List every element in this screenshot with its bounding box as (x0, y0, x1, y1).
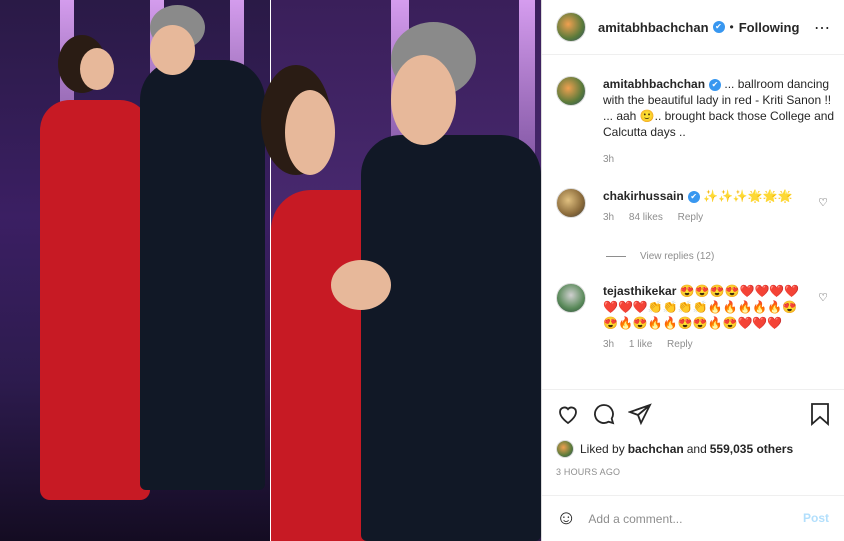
man-suit (361, 135, 541, 541)
verified-badge-icon: ✔ (709, 78, 722, 91)
woman-face (285, 90, 335, 175)
man-face (150, 25, 195, 75)
photo-left-panel (0, 0, 270, 541)
avatar[interactable] (556, 12, 586, 42)
caption-meta: 3h (603, 154, 836, 165)
comment-text-block: chakirhussain ✔ ✨✨✨🌟🌟🌟 (603, 188, 836, 204)
caption-time[interactable]: 3h (603, 154, 614, 165)
likes-count[interactable]: 559,035 others (710, 442, 793, 456)
header-username[interactable]: amitabhbachchan (598, 20, 709, 35)
emoji-icon[interactable]: ☺ (556, 507, 576, 530)
caption-username[interactable]: amitabhbachchan (603, 77, 705, 91)
comment-time[interactable]: 3h (603, 339, 614, 350)
comments-list[interactable]: amitabhbachchan ✔ ... ballroom dancing wi… (542, 56, 844, 388)
separator-dot: • (729, 20, 734, 34)
caption-text-block: amitabhbachchan ✔ ... ballroom dancing wi… (603, 76, 836, 140)
comment-meta: 3h 84 likes Reply (603, 212, 836, 223)
woman-face (80, 48, 114, 90)
likes-middle: and (686, 442, 707, 456)
man-face (391, 55, 456, 145)
avatar (556, 440, 574, 458)
post-button[interactable]: Post (803, 511, 829, 525)
caption: amitabhbachchan ✔ ... ballroom dancing wi… (556, 76, 836, 165)
list-item: chakirhussain ✔ ✨✨✨🌟🌟🌟 3h 84 likes Reply … (556, 188, 836, 223)
add-comment-bar: ☺ Post (542, 495, 844, 541)
comment-input[interactable] (588, 511, 789, 526)
avatar[interactable] (556, 76, 586, 106)
post-image[interactable] (0, 0, 541, 541)
paper-plane-icon[interactable] (627, 402, 652, 432)
verified-badge-icon: ✔ (687, 190, 700, 203)
list-item: tejasthikekar 😍😍😍😍❤️❤️❤️❤️❤️❤️❤️👏👏👏👏🔥🔥🔥🔥… (556, 283, 836, 350)
replies-line (606, 255, 626, 257)
reply-button[interactable]: Reply (678, 212, 704, 223)
comment-time[interactable]: 3h (603, 212, 614, 223)
view-replies-label: View replies (12) (640, 251, 715, 262)
action-bar (542, 389, 844, 437)
following-button[interactable]: Following (739, 20, 800, 35)
bookmark-icon[interactable] (809, 402, 831, 432)
comment-text: ✨✨✨🌟🌟🌟 (703, 189, 793, 203)
comment-username[interactable]: tejasthikekar (603, 284, 676, 298)
verified-badge-icon: ✔ (712, 21, 725, 33)
more-options-icon[interactable]: ⋯ (814, 18, 831, 38)
post-header: amitabhbachchan ✔ • Following ⋯ (542, 0, 844, 55)
avatar[interactable] (556, 188, 586, 218)
comment-username[interactable]: chakirhussain (603, 189, 684, 203)
heart-outline-icon[interactable] (556, 402, 580, 432)
comment-like-heart-icon[interactable]: ♡ (818, 196, 828, 209)
reply-button[interactable]: Reply (667, 339, 693, 350)
comment-bubble-icon[interactable] (592, 402, 616, 432)
view-replies-button[interactable]: View replies (12) (606, 251, 714, 262)
likes-user[interactable]: bachchan (628, 442, 684, 456)
comment-text-block: tejasthikekar 😍😍😍😍❤️❤️❤️❤️❤️❤️❤️👏👏👏👏🔥🔥🔥🔥… (603, 283, 836, 331)
likes-prefix: Liked by (580, 442, 625, 456)
clasped-hands (331, 260, 391, 310)
man-suit (140, 60, 265, 490)
likes-summary[interactable]: Liked by bachchan and 559,035 others (556, 440, 796, 458)
avatar[interactable] (556, 283, 586, 313)
comment-meta: 3h 1 like Reply (603, 339, 836, 350)
comment-likes[interactable]: 1 like (629, 339, 652, 350)
comment-like-heart-icon[interactable]: ♡ (818, 291, 828, 304)
comment-likes[interactable]: 84 likes (629, 212, 663, 223)
post-timestamp[interactable]: 3 HOURS AGO (556, 467, 620, 477)
woman-red-dress (40, 100, 150, 500)
post-side-panel: amitabhbachchan ✔ • Following ⋯ amitabhb… (541, 0, 844, 541)
photo-right-panel (261, 0, 541, 541)
